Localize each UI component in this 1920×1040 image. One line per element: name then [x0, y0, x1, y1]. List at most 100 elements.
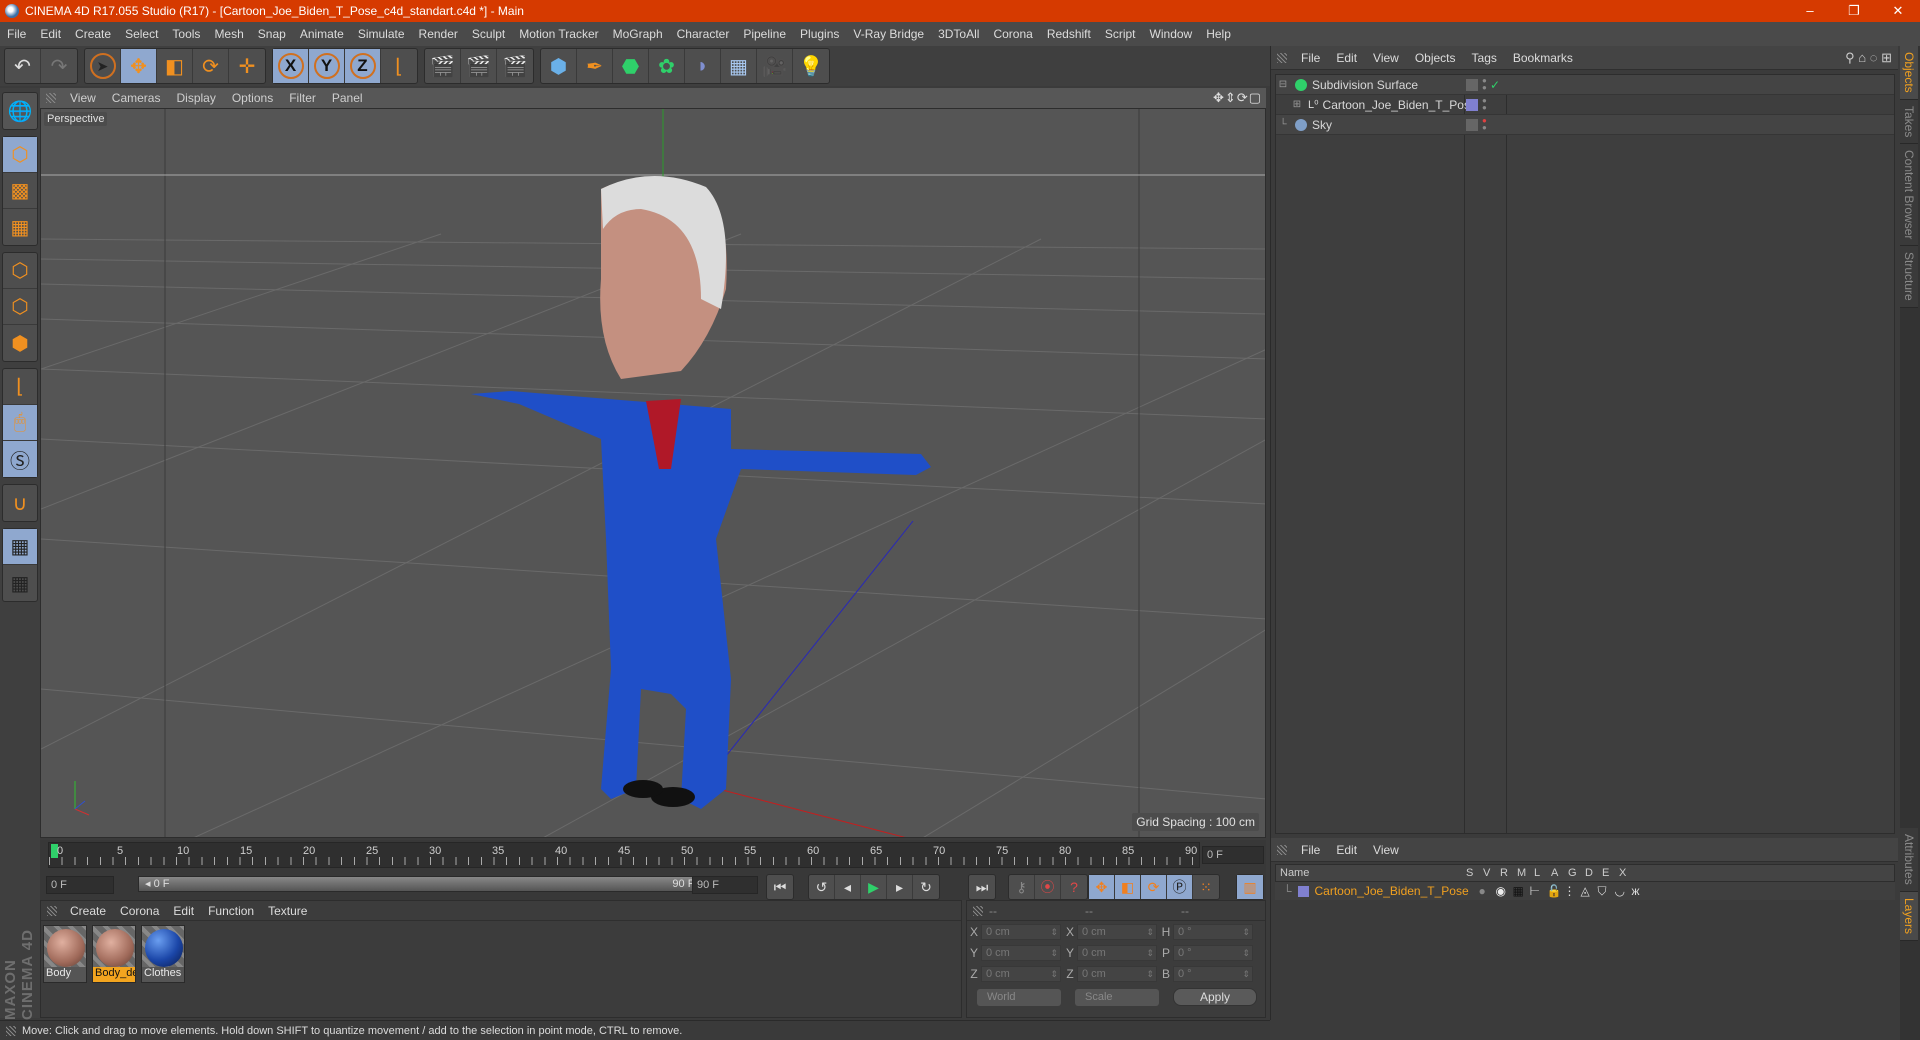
viewport-camera-label[interactable]: Perspective	[44, 112, 108, 126]
prev-key-button[interactable]: ↺	[809, 875, 835, 899]
column-xref[interactable]: X	[1619, 867, 1636, 879]
lock-icon[interactable]: 🔓	[1547, 884, 1564, 898]
visibility-toggle[interactable]	[1466, 119, 1478, 131]
align-workplane-button[interactable]: ▦	[3, 565, 37, 601]
record-button[interactable]: ⦿	[1035, 875, 1061, 899]
om-menu-edit[interactable]: Edit	[1328, 51, 1365, 65]
x-axis-button[interactable]: X	[273, 49, 309, 83]
menu-mesh[interactable]: Mesh	[207, 22, 250, 46]
tab-layers[interactable]: Layers	[1900, 891, 1918, 941]
om-menu-view[interactable]: View	[1365, 51, 1407, 65]
tweak-mode-button[interactable]: 🖱	[3, 405, 37, 441]
panel-grip-icon[interactable]	[1277, 52, 1287, 63]
viewport-menu-cameras[interactable]: Cameras	[104, 91, 169, 105]
om-menu-objects[interactable]: Objects	[1407, 51, 1464, 65]
apply-button[interactable]: Apply	[1173, 988, 1257, 1006]
layer-color-swatch[interactable]	[1297, 885, 1309, 897]
menu-vray-bridge[interactable]: V-Ray Bridge	[846, 22, 931, 46]
xref-icon[interactable]: ж	[1632, 884, 1649, 898]
column-generators[interactable]: G	[1568, 867, 1585, 879]
pen-spline-button[interactable]: ✒	[577, 49, 613, 83]
play-button[interactable]: ▶	[861, 875, 887, 899]
panel-grip-icon[interactable]	[47, 905, 57, 916]
render-view-button[interactable]: 🎬	[425, 49, 461, 83]
autokey-button[interactable]: ?	[1061, 875, 1087, 899]
menu-snap[interactable]: Snap	[251, 22, 293, 46]
solo-icon[interactable]: ●	[1479, 884, 1496, 898]
layer-menu-edit[interactable]: Edit	[1328, 843, 1365, 857]
select-tool-button[interactable]: ➤	[85, 49, 121, 83]
eye-icon[interactable]: ◌	[1870, 50, 1878, 65]
frame-range-slider[interactable]: ◂ 0 F 90 F ▸	[138, 876, 710, 892]
tab-structure[interactable]: Structure	[1900, 246, 1918, 309]
viewport-navigation-icons[interactable]: ✥⇕⟳▢	[1213, 90, 1262, 106]
menu-render[interactable]: Render	[412, 22, 465, 46]
view-eye-icon[interactable]: ◉	[1496, 884, 1513, 898]
rotation-b-field[interactable]: 0 °	[1173, 966, 1253, 982]
om-menu-file[interactable]: File	[1293, 51, 1328, 65]
viewport-menu-view[interactable]: View	[62, 91, 104, 105]
coordinate-mode-dropdown[interactable]: World	[977, 988, 1061, 1006]
viewport-menu-filter[interactable]: Filter	[281, 91, 324, 105]
deformer-button[interactable]: ◗	[685, 49, 721, 83]
rotation-p-field[interactable]: 0 °	[1173, 945, 1253, 961]
live-move-button[interactable]: ✛	[229, 49, 265, 83]
model-mode-button[interactable]: ⬡	[3, 137, 37, 173]
menu-corona[interactable]: Corona	[986, 22, 1039, 46]
goto-start-button[interactable]: ⏮	[767, 875, 793, 899]
snap-button[interactable]: Ⓢ	[3, 441, 37, 477]
position-y-field[interactable]: 0 cm	[981, 945, 1061, 961]
polygons-mode-button[interactable]: ⬢	[3, 325, 37, 361]
animation-icon[interactable]: ⋮	[1564, 884, 1581, 898]
home-icon[interactable]: ⌂	[1858, 50, 1866, 65]
position-z-field[interactable]: 0 cm	[981, 966, 1061, 982]
start-frame-field[interactable]: 0 F	[46, 876, 114, 894]
expression-icon[interactable]: ◡	[1615, 884, 1632, 898]
restore-button[interactable]: ❐	[1832, 0, 1876, 22]
render-clapper-icon[interactable]: ▦	[1513, 884, 1530, 898]
object-name[interactable]: Cartoon_Joe_Biden_T_Pose	[1323, 98, 1477, 112]
material-body-de[interactable]: Body_de	[92, 925, 136, 983]
redo-button[interactable]: ↷	[41, 49, 77, 83]
rotate-tool-button[interactable]: ⟳	[193, 49, 229, 83]
render-settings-button[interactable]: 🎬	[497, 49, 533, 83]
expand-icon[interactable]: ⊞	[1290, 99, 1304, 110]
layer-menu-view[interactable]: View	[1365, 843, 1407, 857]
menu-edit[interactable]: Edit	[33, 22, 68, 46]
column-animation[interactable]: A	[1551, 867, 1568, 879]
column-solo[interactable]: S	[1466, 867, 1483, 879]
size-x-field[interactable]: 0 cm	[1077, 924, 1157, 940]
mat-menu-corona[interactable]: Corona	[113, 904, 166, 918]
next-key-button[interactable]: ↻	[913, 875, 939, 899]
workplane-mode-button[interactable]: ▦	[3, 209, 37, 245]
panel-grip-icon[interactable]	[973, 905, 983, 916]
current-frame-field[interactable]: 0 F	[1202, 846, 1264, 864]
tab-objects[interactable]: Objects	[1900, 46, 1918, 100]
light-button[interactable]: 💡	[793, 49, 829, 83]
panel-grip-icon[interactable]	[1277, 844, 1287, 855]
camera-button[interactable]: 🎥	[757, 49, 793, 83]
object-row-subdivision-surface[interactable]: ⊟ Subdivision Surface ● ● ✓	[1276, 75, 1894, 95]
menu-sculpt[interactable]: Sculpt	[465, 22, 512, 46]
enabled-check-icon[interactable]: ✓	[1490, 78, 1500, 92]
manager-tree-icon[interactable]: ⊢	[1530, 884, 1547, 898]
subdivision-button[interactable]: ⬣	[613, 49, 649, 83]
menu-animate[interactable]: Animate	[293, 22, 351, 46]
viewport-menu-options[interactable]: Options	[224, 91, 281, 105]
menu-character[interactable]: Character	[670, 22, 737, 46]
key-parameter-button[interactable]: Ⓟ	[1167, 875, 1193, 899]
z-axis-button[interactable]: Z	[345, 49, 381, 83]
axis-mode-button[interactable]: ⌊	[3, 369, 37, 405]
menu-tools[interactable]: Tools	[165, 22, 207, 46]
menu-script[interactable]: Script	[1098, 22, 1143, 46]
menu-window[interactable]: Window	[1143, 22, 1200, 46]
column-render[interactable]: R	[1500, 867, 1517, 879]
cloner-button[interactable]: ✿	[649, 49, 685, 83]
mat-menu-edit[interactable]: Edit	[166, 904, 201, 918]
key-position-button[interactable]: ✥	[1089, 875, 1115, 899]
layer-row[interactable]: └ Cartoon_Joe_Biden_T_Pose ● ◉ ▦ ⊢ 🔓 ⋮ ◬…	[1275, 882, 1895, 900]
menu-pipeline[interactable]: Pipeline	[736, 22, 793, 46]
tab-content-browser[interactable]: Content Browser	[1900, 144, 1918, 247]
lock-workplane-button[interactable]: ▦	[3, 529, 37, 565]
render-picture-viewer-button[interactable]: 🎬	[461, 49, 497, 83]
